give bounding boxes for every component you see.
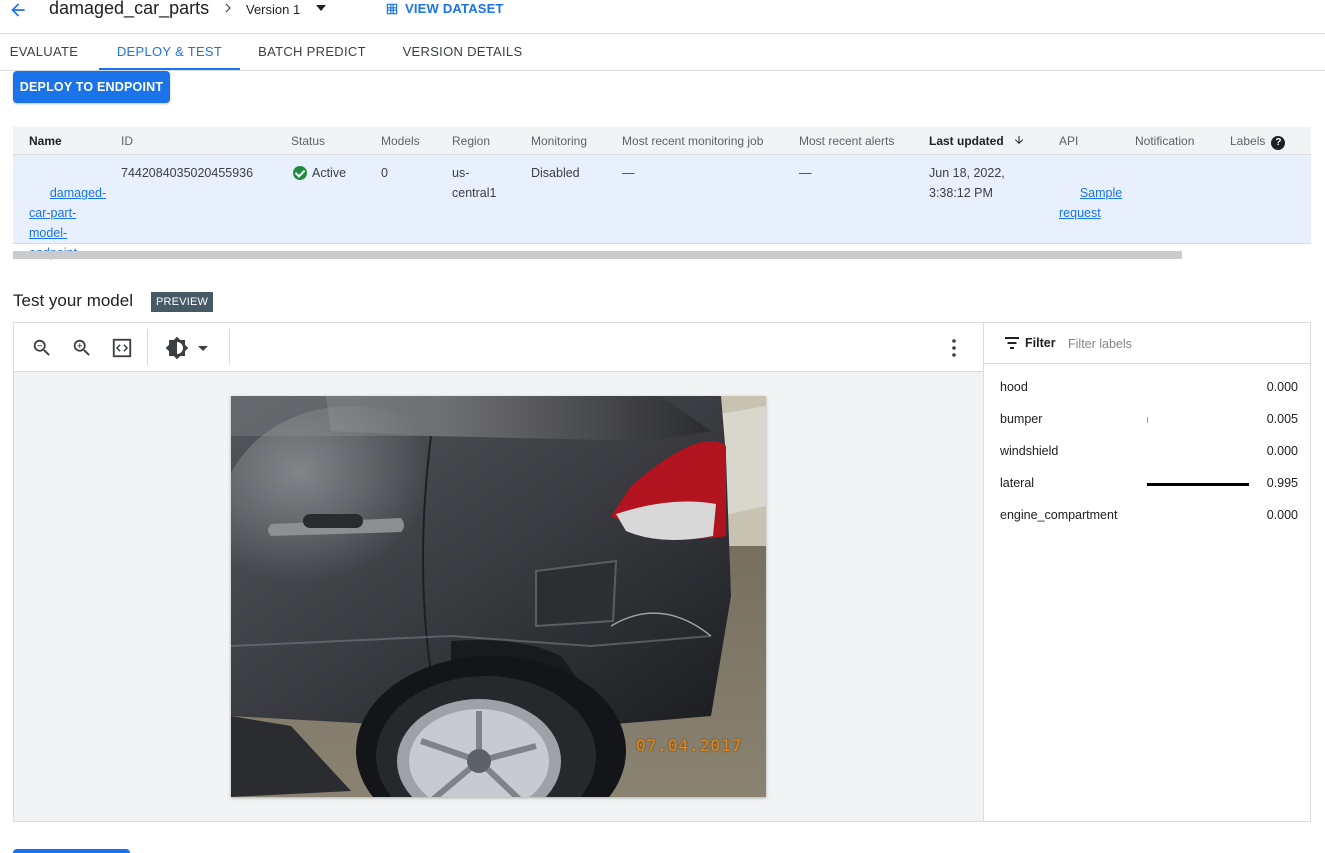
tab-deploy-test[interactable]: DEPLOY & TEST — [99, 34, 240, 70]
sort-descending-icon[interactable] — [1013, 134, 1025, 146]
image-viewer: 07.04.2017 — [13, 322, 984, 822]
filter-bar: Filter — [984, 323, 1310, 364]
page-header: damaged_car_parts Version 1 VIEW DATASET — [0, 0, 1325, 34]
table-icon — [386, 3, 398, 14]
tab-bar: EVALUATE DEPLOY & TEST BATCH PREDICT VER… — [0, 34, 1325, 71]
last-updated: Jun 18, 2022, 3:38:12 PM — [929, 166, 1005, 200]
prediction-score: 0.000 — [1266, 444, 1298, 458]
col-labels: Labels? — [1230, 134, 1286, 150]
col-status: Status — [291, 134, 326, 148]
tab-version-details[interactable]: VERSION DETAILS — [396, 34, 529, 70]
version-selector[interactable]: Version 1 — [246, 2, 300, 17]
prediction-score: 0.000 — [1266, 508, 1298, 522]
check-circle-icon — [293, 166, 307, 180]
horizontal-scrollbar[interactable] — [13, 251, 1182, 259]
score-bar-track — [1147, 417, 1250, 423]
col-api: API — [1059, 134, 1079, 148]
chevron-right-icon — [225, 3, 231, 13]
col-notification: Notification — [1135, 134, 1195, 148]
prediction-label: windshield — [1000, 444, 1059, 458]
table-header: Name ID Status Models Region Monitoring … — [13, 127, 1311, 155]
prediction-label: lateral — [1000, 476, 1035, 490]
brightness-dropdown[interactable] — [165, 336, 211, 360]
monitoring-status: Disabled — [531, 166, 580, 180]
endpoint-id: 7442084035020455936 — [121, 166, 254, 180]
fit-to-screen-icon[interactable] — [111, 337, 133, 359]
col-name: Name — [29, 134, 62, 148]
caret-down-icon[interactable] — [316, 5, 326, 11]
section-title: Test your model — [13, 291, 133, 310]
col-last-updated[interactable]: Last updated — [929, 134, 1025, 148]
prediction-row: lateral 0.995 — [1000, 474, 1298, 494]
status-text: Active — [312, 166, 347, 180]
photo-date-stamp: 07.04.2017 — [636, 736, 743, 755]
prediction-score: 0.995 — [1266, 476, 1298, 490]
prediction-score: 0.005 — [1266, 412, 1298, 426]
table-row[interactable]: damaged- car-part- model- endpoint 74420… — [13, 155, 1311, 260]
prediction-label: engine_compartment — [1000, 508, 1118, 522]
bottom-action-button[interactable] — [13, 849, 130, 853]
dataset-title[interactable]: damaged_car_parts — [49, 0, 209, 19]
recent-monitoring-job: — — [622, 166, 635, 180]
brightness-icon — [165, 336, 189, 360]
col-recent-job: Most recent monitoring job — [622, 134, 764, 148]
preview-badge: PREVIEW — [151, 292, 214, 312]
prediction-row: bumper 0.005 — [1000, 410, 1298, 430]
models-count: 0 — [381, 166, 388, 180]
status-cell: Active — [293, 163, 346, 183]
prediction-row: windshield 0.000 — [1000, 442, 1298, 462]
filter-icon[interactable] — [1005, 337, 1019, 349]
predictions-panel: Filter hood 0.000 bumper 0.005 windshiel… — [983, 322, 1311, 822]
tab-batch-predict[interactable]: BATCH PREDICT — [251, 34, 373, 70]
score-bar — [1147, 483, 1249, 486]
tab-evaluate[interactable]: EVALUATE — [0, 34, 88, 70]
prediction-row: engine_compartment 0.000 — [1000, 506, 1298, 526]
endpoint-name-link[interactable]: damaged- car-part- model- endpoint — [29, 186, 106, 260]
help-icon[interactable]: ? — [1271, 136, 1286, 150]
col-models: Models — [381, 134, 420, 148]
toolbar-divider — [229, 329, 230, 365]
view-dataset-label: VIEW DATASET — [405, 1, 504, 16]
col-region: Region — [452, 134, 491, 148]
zoom-in-icon[interactable] — [71, 337, 93, 359]
back-arrow-icon[interactable] — [8, 0, 28, 20]
more-vert-icon[interactable] — [952, 339, 956, 357]
prediction-label: bumper — [1000, 412, 1043, 426]
car-photo: 07.04.2017 — [231, 396, 766, 797]
prediction-label: hood — [1000, 380, 1028, 394]
score-bar-track — [1147, 451, 1250, 454]
view-dataset-button[interactable]: VIEW DATASET — [385, 1, 504, 16]
filter-labels-input[interactable] — [1068, 335, 1268, 353]
score-bar-track — [1147, 483, 1250, 486]
sample-request-link[interactable]: Sample request — [1059, 186, 1122, 220]
col-monitoring: Monitoring — [531, 134, 588, 148]
deploy-to-endpoint-button[interactable]: DEPLOY TO ENDPOINT — [13, 71, 170, 103]
col-recent-alerts: Most recent alerts — [799, 134, 895, 148]
col-labels-label: Labels — [1230, 134, 1266, 148]
score-bar-track — [1147, 515, 1250, 518]
col-last-updated-label: Last updated — [929, 134, 1004, 148]
score-bar — [1147, 417, 1148, 423]
prediction-score: 0.000 — [1266, 380, 1298, 394]
score-bar-track — [1147, 387, 1250, 390]
caret-down-icon — [198, 346, 208, 351]
region: us- central1 — [452, 166, 497, 200]
zoom-out-icon[interactable] — [31, 337, 53, 359]
prediction-row: hood 0.000 — [1000, 378, 1298, 398]
toolbar-divider — [147, 329, 148, 365]
recent-alerts: — — [799, 166, 812, 180]
filter-label: Filter — [1025, 336, 1056, 350]
col-id: ID — [121, 134, 133, 148]
viewer-toolbar — [14, 323, 983, 372]
